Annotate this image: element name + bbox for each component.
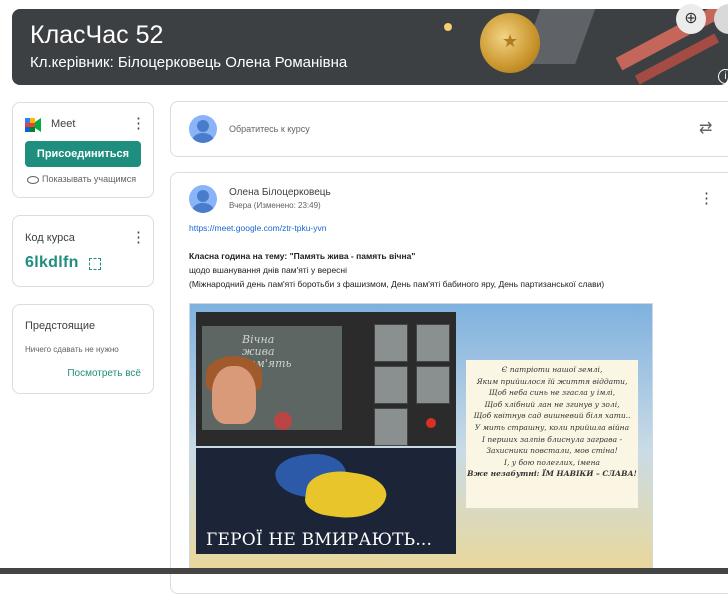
poem-line: У мить страшну, коли прийшла війна (474, 422, 630, 432)
heroes-caption: ГЕРОЇ НЕ ВМИРАЮТЬ... (206, 530, 433, 550)
info-icon[interactable]: i (718, 69, 728, 84)
view-all-link[interactable]: Посмотреть всё (67, 368, 141, 379)
upcoming-empty-text: Ничего сдавать не нужно (25, 345, 119, 354)
poem-line: Вже незабутні: ЇМ НАВІКИ – СЛАВА! (467, 469, 637, 479)
flowers-image (274, 412, 292, 430)
poem-line: Щоб хлібний лан не згинув у золі, (484, 399, 620, 409)
teacher-video: Вічна жива пам'ять (202, 326, 342, 430)
poem-line: І перших залпів блиснула заграва - (482, 434, 622, 444)
meet-title: Meet (51, 118, 76, 130)
class-title: КласЧас 52 (30, 21, 164, 49)
upcoming-card: Предстоящие Ничего сдавать не нужно Посм… (12, 304, 154, 394)
zoom-in-icon[interactable]: ⊕ (676, 4, 706, 34)
show-to-students-toggle[interactable]: Показывать учащимся (27, 174, 136, 184)
post-line-2: (Міжнародний день пам'яті боротьби з фаш… (189, 279, 605, 289)
post-heading: Класна година на тему: "Память жива - па… (189, 251, 416, 261)
participant-tile (416, 324, 450, 362)
class-teacher: Кл.керівник: Білоцерковець Олена Романів… (30, 54, 348, 71)
participant-tile (416, 366, 450, 404)
poem-line: І, у бою полеглих, імена (504, 457, 600, 467)
video-call-screenshot: Вічна жива пам'ять (196, 312, 456, 446)
announcement-post: Олена Білоцерковець Вчера (Изменено: 23:… (170, 172, 728, 594)
banner-star-icon: ★ (502, 31, 519, 51)
poem-line: Щоб неба синь не згасла у імлі, (488, 388, 616, 398)
meet-link[interactable]: https://meet.google.com/ztr-tpku-yvn (189, 223, 326, 233)
post-timestamp: Вчера (Изменено: 23:49) (229, 201, 321, 210)
poem-line: Захисники повстали, мов стіна! (486, 446, 618, 456)
share-with-class-card[interactable]: Обратитесь к курсу ⇄ (170, 101, 728, 157)
meet-card: Meet ⋮ Присоединиться Показывать учащимс… (12, 102, 154, 198)
participant-tile (374, 408, 408, 446)
post-line-1: щодо вшанування днів пам'яті у вересні (189, 265, 348, 275)
participant-tile (374, 366, 408, 404)
banner-dot-decoration (444, 23, 452, 31)
end-call-icon (426, 418, 436, 428)
post-author: Олена Білоцерковець (229, 187, 331, 198)
more-vert-icon[interactable]: ⋮ (131, 116, 146, 131)
eye-icon (27, 175, 39, 184)
window-bottom-edge (0, 568, 728, 574)
course-code-card: Код курса ⋮ 6lkdlfn (12, 215, 154, 287)
avatar (189, 115, 217, 143)
join-meet-button[interactable]: Присоединиться (25, 141, 141, 167)
course-code-value: 6lkdlfn (25, 254, 79, 271)
flag-image: ГЕРОЇ НЕ ВМИРАЮТЬ... (196, 448, 456, 554)
author-avatar (189, 185, 217, 213)
poem-line: Є патріоти нашої землі, (501, 365, 603, 374)
more-vert-icon[interactable]: ⋮ (131, 230, 146, 245)
course-code-label: Код курса (25, 232, 75, 244)
poem-text: Є патріоти нашої землі, Яким прийшлося ї… (466, 360, 638, 508)
poem-line: Щоб квітнув сад вишневий біля хати.. (473, 411, 631, 421)
fullscreen-icon[interactable] (89, 258, 101, 270)
more-vert-icon[interactable]: ⋮ (699, 191, 714, 206)
teacher-face (212, 366, 256, 424)
upcoming-title: Предстоящие (25, 320, 96, 332)
poem-line: Яким прийшлося їй життя віддати, (476, 376, 628, 386)
participant-tile (374, 324, 408, 362)
post-image[interactable]: Вічна жива пам'ять ГЕРОЇ НЕ ВМИРАЮТЬ... Є … (189, 303, 653, 570)
class-banner: ★ КласЧас 52 Кл.керівник: Білоцерковець … (12, 9, 728, 85)
share-input[interactable]: Обратитесь к курсу (229, 124, 310, 134)
meet-logo-icon (25, 118, 41, 132)
repost-icon[interactable]: ⇄ (699, 118, 712, 138)
show-students-label: Показывать учащимся (42, 174, 137, 184)
